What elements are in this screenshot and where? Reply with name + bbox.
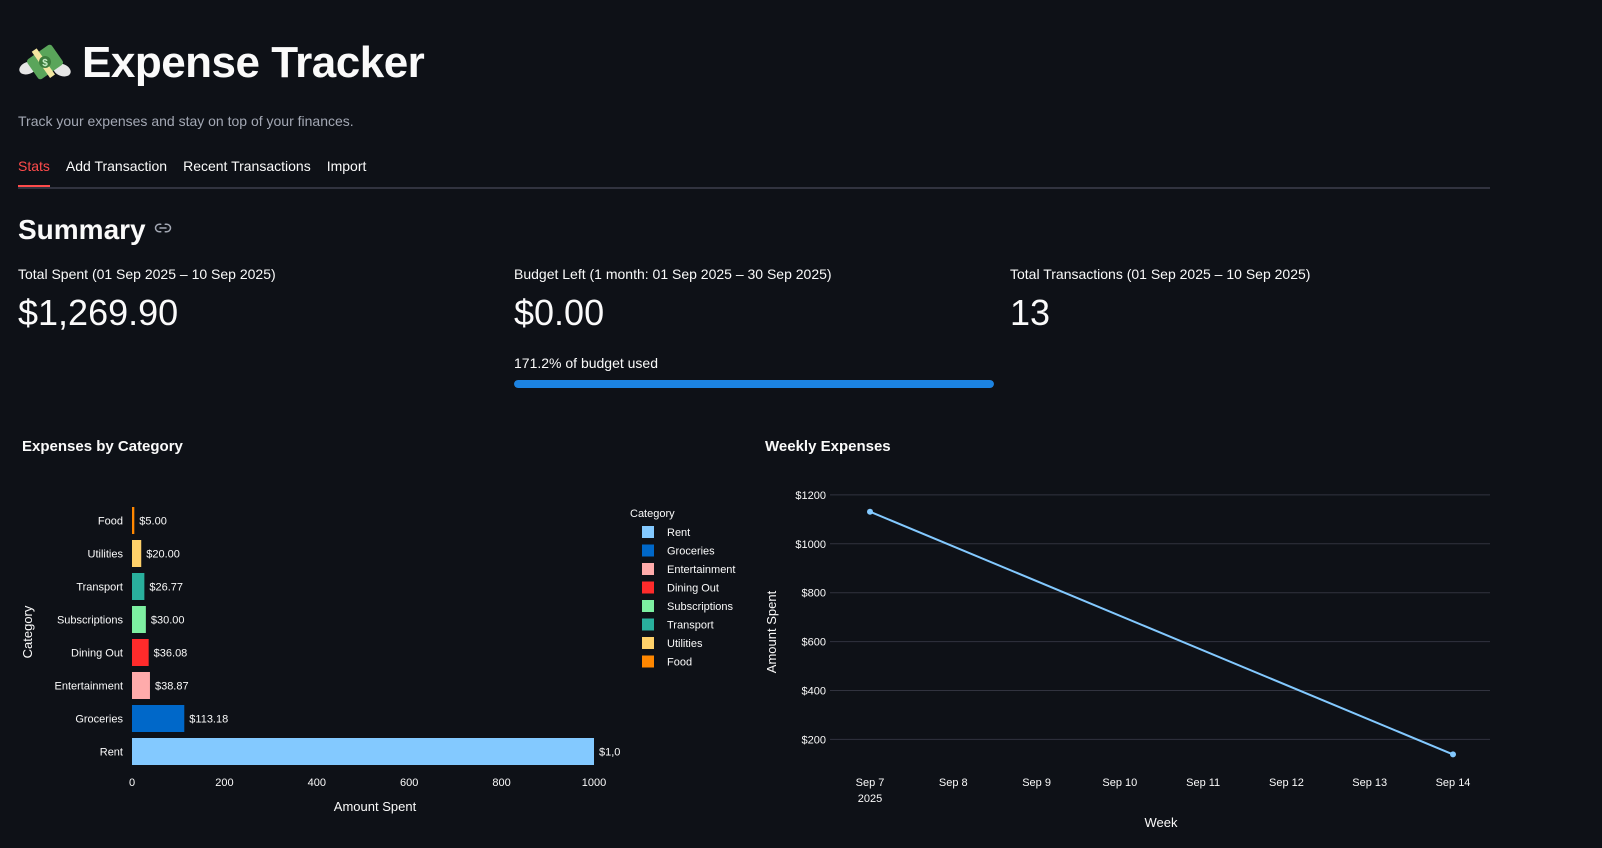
legend-entry: Groceries — [667, 546, 715, 558]
y-tick-label: Rent — [100, 747, 123, 759]
x-tick-label: Sep 13 — [1352, 777, 1387, 789]
x-tick-label: 600 — [400, 777, 418, 789]
series-line — [869, 510, 1454, 756]
x-axis-label: Week — [1145, 815, 1178, 830]
y-tick-label: Subscriptions — [57, 615, 124, 627]
legend-entry: Food — [667, 657, 692, 669]
y-tick-label: $1000 — [795, 539, 826, 551]
bar — [132, 639, 149, 666]
category-chart-title: Expenses by Category — [22, 438, 183, 455]
page-title: Expense Tracker — [82, 38, 425, 87]
legend-swatch — [642, 600, 654, 612]
bar-data-label: $113.18 — [189, 714, 228, 726]
y-axis-label: Amount Spent — [764, 590, 779, 673]
y-axis-label: Category — [20, 605, 35, 658]
x-tick-label: Sep 12 — [1269, 777, 1304, 789]
category-bar-chart: Food $5.00 Utilities $20.00 Transport $26.77 S… — [20, 507, 735, 814]
legend-swatch — [642, 544, 654, 557]
metric-label: Total Spent (01 Sep 2025 – 10 Sep 2025) — [18, 266, 276, 282]
data-point — [867, 508, 873, 515]
bar-data-label: $26.77 — [149, 582, 183, 594]
metric-total-transactions: Total Transactions (01 Sep 2025 – 10 Sep… — [1010, 266, 1310, 334]
summary-heading: Summary — [18, 214, 146, 245]
x-tick-label: Sep 11 — [1186, 777, 1220, 789]
legend-swatch — [642, 618, 654, 631]
x-tick-label: Sep 10 — [1102, 777, 1137, 789]
y-tick-label: Food — [98, 516, 123, 528]
page-subtitle: Track your expenses and stay on top of y… — [18, 113, 354, 129]
legend-entry: Entertainment — [667, 564, 735, 576]
money-with-wings-icon: $ — [18, 36, 72, 90]
bar — [132, 507, 135, 534]
page-header: $ Expense Tracker — [18, 36, 425, 90]
metric-value: 13 — [1010, 292, 1051, 333]
metric-value: $0.00 — [514, 292, 605, 333]
y-tick-label: Entertainment — [55, 681, 123, 693]
bar-data-label: $30.00 — [151, 615, 185, 627]
legend-swatch — [642, 563, 654, 575]
bar — [132, 672, 150, 699]
tab-add-transaction[interactable]: Add Transaction — [66, 150, 167, 185]
legend-swatch — [642, 637, 654, 649]
budget-used-text: 171.2% of budget used — [514, 355, 659, 371]
x-axis-label: Amount Spent — [334, 799, 417, 814]
legend-title: Category — [630, 508, 675, 520]
metric-label: Total Transactions (01 Sep 2025 – 10 Sep… — [1010, 266, 1311, 282]
legend-swatch — [642, 655, 654, 668]
legend-swatch — [642, 581, 654, 594]
y-tick-label: Utilities — [88, 549, 124, 561]
y-tick-label: Groceries — [75, 714, 123, 726]
legend-entry: Rent — [667, 527, 690, 539]
bar — [132, 540, 142, 567]
y-tick-label: Transport — [76, 582, 123, 594]
link-icon[interactable] — [154, 219, 172, 242]
bar-data-label: $38.87 — [155, 681, 189, 693]
y-tick-label: $1200 — [795, 490, 826, 502]
bar — [132, 573, 145, 600]
y-tick-label: $600 — [802, 637, 826, 649]
y-tick-label: $800 — [802, 588, 826, 600]
legend-swatch — [642, 526, 654, 538]
tab-import[interactable]: Import — [327, 150, 367, 185]
bar-data-label: $1,0 — [599, 747, 620, 759]
x-tick-label: Sep 7 — [856, 777, 885, 789]
tab-stats[interactable]: Stats — [18, 150, 50, 187]
y-tick-label: $400 — [802, 686, 826, 698]
x-tick-label: 200 — [215, 777, 233, 789]
budget-progress-fill — [514, 380, 994, 388]
x-tick-year-label: 2025 — [858, 793, 882, 805]
y-tick-label: $200 — [802, 734, 826, 746]
x-tick-label: 0 — [129, 777, 135, 789]
tab-recent-transactions[interactable]: Recent Transactions — [183, 150, 311, 185]
budget-progress-bar — [514, 380, 994, 388]
x-tick-label: 1000 — [582, 777, 606, 789]
metric-value: $1,269.90 — [18, 292, 179, 333]
y-tick-label: Dining Out — [71, 648, 123, 660]
tab-bar: Stats Add Transaction Recent Transaction… — [18, 150, 1490, 189]
weekly-line-chart: $200 $400 $600 $800 $1000 $1200 Sep 7 Sep 8 Sep … — [764, 490, 1490, 830]
x-tick-label: Sep 9 — [1022, 777, 1051, 789]
svg-text:$: $ — [42, 58, 48, 69]
bar-data-label: $36.08 — [154, 648, 188, 660]
x-tick-label: 400 — [308, 777, 326, 789]
bar-data-label: $5.00 — [139, 516, 167, 528]
bar — [132, 705, 185, 732]
bar — [132, 606, 146, 633]
metric-label: Budget Left (1 month: 01 Sep 2025 – 30 S… — [514, 266, 832, 282]
data-point — [1450, 751, 1456, 758]
metric-total-spent: Total Spent (01 Sep 2025 – 10 Sep 2025) … — [18, 266, 276, 334]
bar — [132, 738, 594, 765]
metric-budget-left: Budget Left (1 month: 01 Sep 2025 – 30 S… — [514, 266, 832, 334]
x-tick-label: 800 — [492, 777, 510, 789]
x-tick-label: Sep 14 — [1436, 777, 1471, 789]
legend-entry: Subscriptions — [667, 601, 734, 613]
legend-entry: Utilities — [667, 638, 703, 650]
legend-entry: Dining Out — [667, 583, 719, 595]
weekly-chart-title: Weekly Expenses — [765, 438, 891, 455]
bar-data-label: $20.00 — [146, 549, 180, 561]
legend-entry: Transport — [667, 620, 714, 632]
x-tick-label: Sep 8 — [939, 777, 968, 789]
summary-heading-row: Summary — [18, 214, 172, 246]
